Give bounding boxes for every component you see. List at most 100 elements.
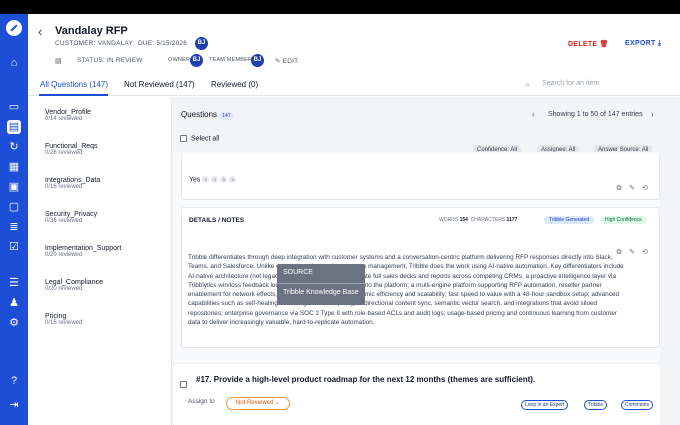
chat-icon[interactable]: ▭ — [7, 100, 21, 114]
section-progress: 0/36 reviewed — [45, 218, 83, 224]
inbox-icon[interactable]: ▢ — [7, 200, 21, 214]
sidebar-item-security-privacy[interactable]: Security_Privacy 0/36 reviewed — [45, 211, 97, 224]
section-name: Pricing — [45, 313, 67, 320]
section-progress: 0/20 reviewed — [45, 286, 83, 292]
library-icon[interactable]: ▦ — [7, 160, 21, 174]
owner-avatar[interactable]: BJ — [190, 54, 203, 67]
sidebar-item-functional-reqs[interactable]: Functional_Reqs 0/26 reviewed — [45, 143, 98, 156]
question-17-card — [173, 364, 660, 425]
due-label: DUE: 5/15/2026 — [138, 40, 188, 47]
top-bar — [0, 0, 680, 14]
reference-marker[interactable]: 1 — [202, 176, 210, 183]
back-arrow-icon[interactable]: ‹ — [38, 24, 42, 39]
collapse-icon[interactable]: ⇥ — [7, 398, 21, 412]
sidebar-item-integrations-data[interactable]: Integrations_Data 0/16 reviewed — [45, 177, 100, 190]
section-progress: 0/16 reviewed — [45, 184, 83, 190]
questions-count-badge: 147 — [219, 112, 234, 120]
section-name: Functional_Reqs — [45, 143, 98, 150]
response-actions: ⧉ ✎ ⟲ — [615, 177, 654, 195]
sync-icon[interactable]: ↻ — [7, 140, 21, 154]
checklist-icon[interactable]: ☑ — [7, 240, 21, 254]
copy-icon[interactable]: ⧉ — [615, 185, 623, 193]
home-icon[interactable]: ⌂ — [7, 56, 21, 70]
status-label: STATUS: IN REVIEW — [77, 57, 143, 64]
avatar[interactable]: BJ — [195, 37, 208, 50]
review-status-label: Not Reviewed — [235, 400, 274, 406]
delete-label: DELETE — [568, 41, 598, 48]
tab-reviewed[interactable]: Reviewed (0) — [211, 80, 258, 89]
notes-title: DETAILS / NOTES — [189, 217, 245, 224]
select-all-checkbox[interactable]: Select all — [180, 135, 219, 142]
notes-text: Tribble differentiates through deep inte… — [188, 254, 624, 327]
tooltip-value: Tribble Knowledge Base — [283, 289, 359, 296]
trash-icon: 🗑 — [599, 41, 609, 48]
section-progress: 0/14 reviewed — [45, 116, 83, 122]
sidebar-item-implementation-support[interactable]: Implementation_Support 0/20 reviewed — [45, 245, 121, 258]
team-avatar[interactable]: BJ — [251, 54, 264, 67]
characters-value: 1177 — [506, 217, 518, 223]
response-card: Yes 1 2 3 4 ⧉ ✎ ⟲ — [181, 153, 660, 200]
delete-button[interactable]: DELETE 🗑 — [568, 40, 609, 48]
questions-label: Questions — [181, 110, 218, 119]
folder-icon[interactable]: ▣ — [7, 180, 21, 194]
pagination-text: Showing 1 to 50 of 147 entries — [548, 111, 643, 118]
characters-label: CHARACTERS — [470, 217, 506, 223]
download-icon: ⤓ — [657, 40, 662, 47]
document-icon: ▤ — [55, 58, 62, 65]
word-count: WORDS 154 CHARACTERS 1177 — [439, 217, 517, 223]
assign-to-button[interactable]: Assign to — [188, 398, 215, 405]
section-name: Security_Privacy — [45, 211, 98, 218]
generated-badge: Tribble Generated — [544, 216, 595, 224]
reference-marker[interactable]: 3 — [220, 176, 228, 183]
words-value: 154 — [459, 217, 468, 223]
tooltip-label: SOURCE — [283, 269, 313, 276]
settings-icon[interactable]: ⚙ — [7, 316, 21, 330]
pencil-icon: ✎ — [275, 58, 283, 65]
section-name: Implementation_Support — [45, 245, 122, 252]
reference-marker[interactable]: 2 — [211, 176, 219, 183]
export-label: EXPORT — [625, 40, 656, 47]
history-icon[interactable]: ⟲ — [641, 184, 649, 192]
questions-heading: Questions 147 — [181, 110, 234, 120]
sidebar-item-pricing[interactable]: Pricing 0/15 reviewed — [45, 313, 82, 326]
rfp-icon[interactable]: ▤ — [7, 120, 21, 134]
sidebar-item-vendor-profile[interactable]: Vendor_Profile 0/14 reviewed — [45, 109, 91, 122]
edit-label: EDIT — [282, 58, 299, 65]
help-icon[interactable]: ? — [7, 374, 21, 388]
section-progress: 0/15 reviewed — [45, 320, 83, 326]
tribble-button[interactable]: Tribble — [584, 400, 608, 410]
owner-label: OWNER — [168, 57, 191, 63]
edit-button[interactable]: ✎ EDIT — [275, 57, 298, 65]
chevron-down-icon: ⌄ — [275, 400, 281, 406]
prev-page-icon[interactable]: ‹ — [532, 110, 535, 119]
search-icon: ⌕ — [525, 79, 531, 89]
export-button[interactable]: EXPORT ⤓ — [625, 40, 661, 48]
confidence-badge: High Confidence — [600, 216, 647, 224]
section-progress: 0/20 reviewed — [45, 252, 83, 258]
section-name: Integrations_Data — [45, 177, 101, 184]
history-icon[interactable]: ⟲ — [641, 248, 649, 256]
list-icon[interactable]: ☰ — [7, 276, 21, 290]
users-icon[interactable]: ♟ — [7, 296, 21, 310]
nav-rail: ⌂ ▭ ▤ ↻ ▦ ▣ ▢ ≣ ☑ ☰ ♟ ⚙ ? ⇥ — [0, 14, 28, 425]
page-title: Vandalay RFP — [55, 25, 128, 37]
search-input[interactable]: Search for an item — [542, 80, 599, 87]
reference-marker[interactable]: 4 — [229, 176, 237, 183]
section-name: Vendor_Profile — [45, 109, 91, 116]
app-logo[interactable] — [6, 20, 22, 36]
tab-not-reviewed[interactable]: Not Reviewed (147) — [124, 80, 195, 89]
source-tooltip: SOURCE Tribble Knowledge Base — [277, 264, 365, 305]
loop-expert-button[interactable]: Loop in an Expert — [521, 400, 569, 410]
select-all-label: Select all — [191, 135, 220, 143]
next-page-icon[interactable]: › — [651, 110, 654, 119]
question-17-checkbox[interactable] — [180, 376, 191, 394]
main-area: ‹ Vandalay RFP CUSTOMER: VANDALAY DUE: 5… — [28, 14, 680, 425]
reports-icon[interactable]: ≣ — [7, 220, 21, 234]
active-tab-indicator — [39, 94, 108, 96]
edit-icon[interactable]: ✎ — [628, 248, 636, 256]
review-status-dropdown[interactable]: Not Reviewed ⌄ — [226, 397, 290, 410]
sidebar-item-legal-compliance[interactable]: Legal_Compliance 0/20 reviewed — [45, 279, 103, 292]
comments-button[interactable]: Comments — [621, 400, 654, 410]
tab-all-questions[interactable]: All Questions (147) — [40, 80, 108, 89]
edit-icon[interactable]: ✎ — [628, 184, 636, 192]
